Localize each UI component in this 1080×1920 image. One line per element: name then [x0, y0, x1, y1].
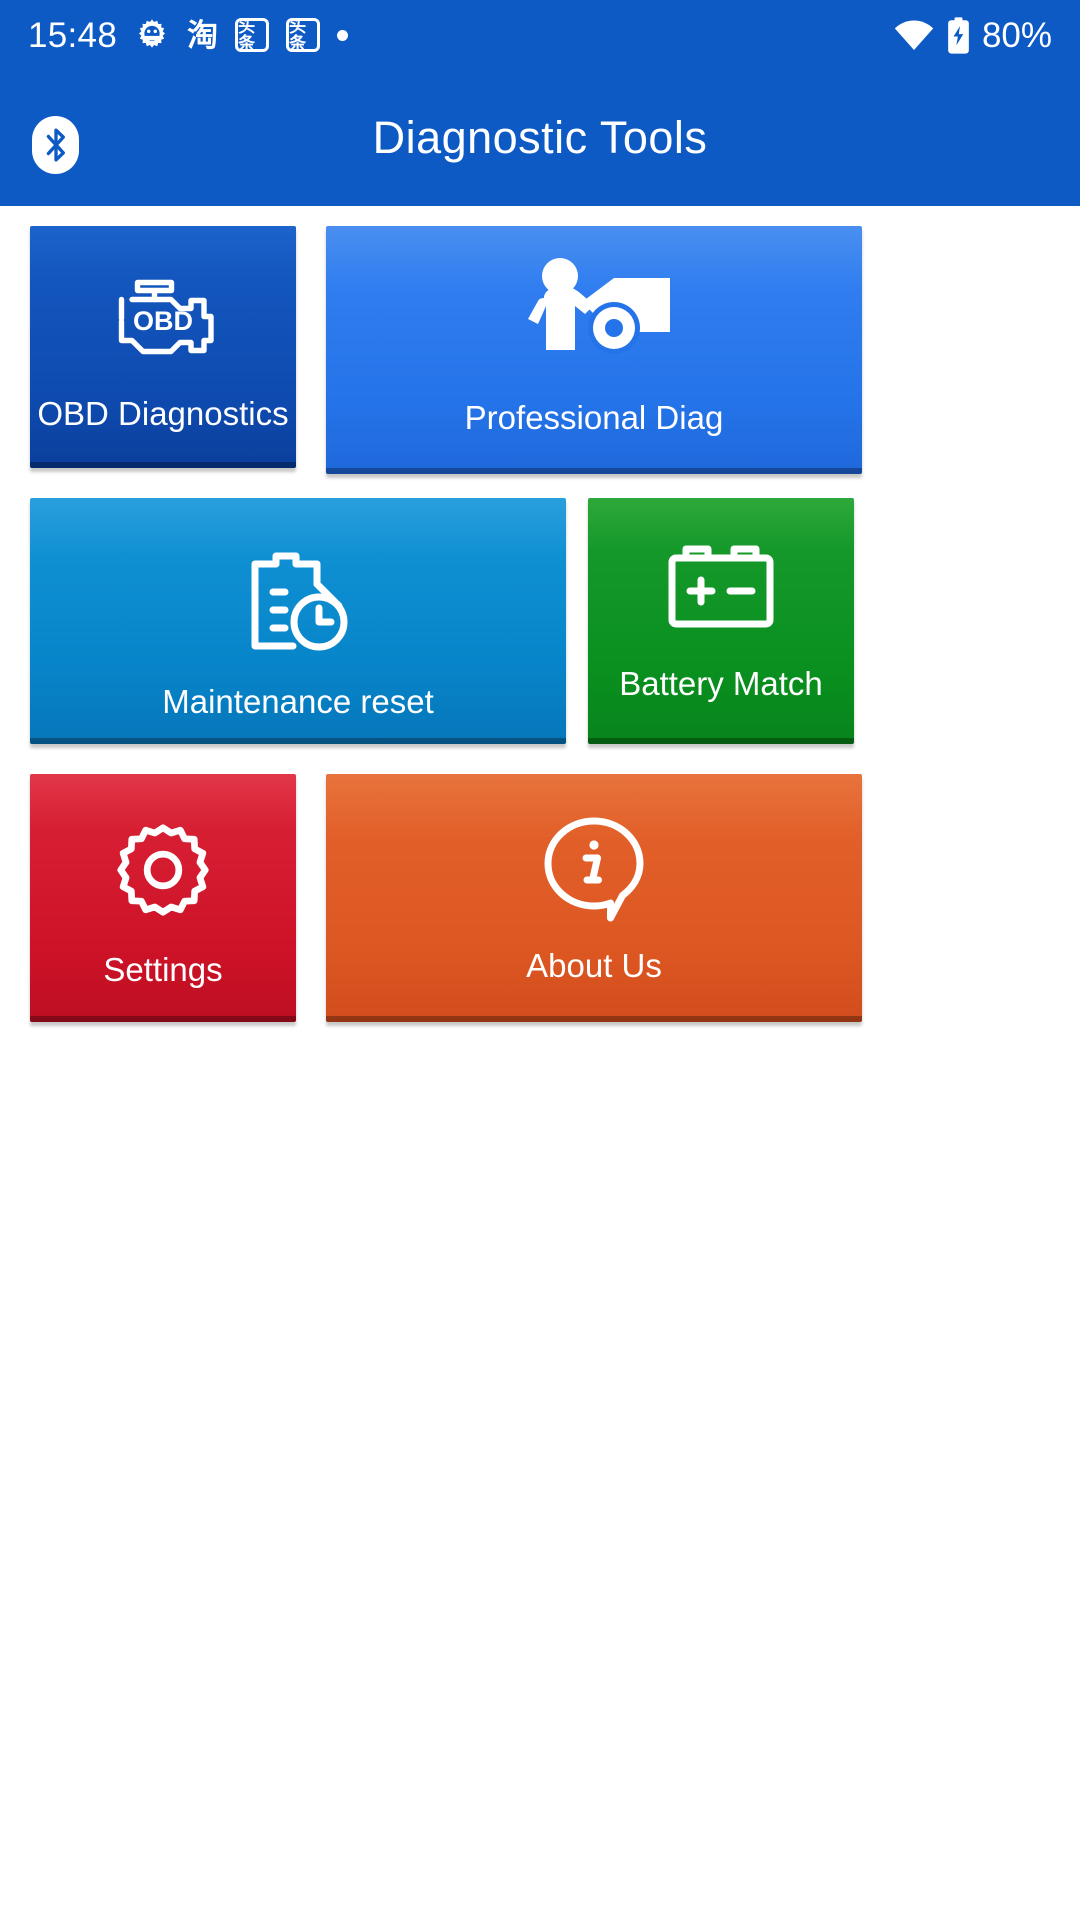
tile-label: About Us — [526, 947, 662, 984]
mechanic-car-icon — [326, 254, 862, 374]
tile-professional-diag[interactable]: Professional Diag — [326, 226, 862, 474]
tile-row-3: Settings About Us — [0, 756, 1080, 1022]
status-bar: 15:48 淘 头条 头条 80% — [0, 0, 1080, 70]
notification-dot-icon — [337, 29, 349, 41]
gear-icon — [30, 822, 296, 918]
tile-label: Professional Diag — [464, 399, 724, 436]
tile-label: Battery Match — [619, 665, 823, 702]
status-bar-right-group: 80% — [893, 15, 1052, 55]
tile-label: OBD Diagnostics — [37, 395, 289, 432]
tile-maintenance-reset[interactable]: Maintenance reset — [30, 498, 566, 744]
toutiao-app-icon-1: 头条 — [235, 18, 270, 52]
svg-text:OBD: OBD — [133, 306, 193, 336]
tile-settings[interactable]: Settings — [30, 774, 296, 1022]
tile-grid: OBD OBD Diagnostics Professional Diag Ma… — [0, 206, 1080, 1034]
battery-percentage-label: 80% — [981, 15, 1052, 55]
tile-row-1: OBD OBD Diagnostics Professional Diag — [0, 206, 1080, 474]
tile-row-2: Maintenance reset Battery Match — [0, 486, 1080, 744]
tile-about-us[interactable]: About Us — [326, 774, 862, 1022]
status-bar-clock: 15:48 — [28, 15, 118, 55]
battery-charging-icon — [947, 16, 970, 54]
app-bar: Diagnostic Tools — [0, 70, 1080, 206]
info-speech-bubble-icon — [326, 814, 862, 922]
status-bar-left-group: 15:48 淘 头条 头条 — [28, 15, 349, 55]
page-title: Diagnostic Tools — [372, 112, 708, 163]
document-clock-icon — [30, 548, 566, 652]
taobao-app-icon: 淘 — [187, 17, 219, 53]
wifi-icon — [893, 19, 935, 51]
toutiao-app-icon-2: 头条 — [286, 18, 321, 52]
tile-label: Settings — [103, 951, 223, 988]
car-battery-icon — [588, 538, 854, 634]
tile-obd-diagnostics[interactable]: OBD OBD Diagnostics — [30, 226, 296, 468]
tile-battery-match[interactable]: Battery Match — [588, 498, 854, 744]
tile-label: Maintenance reset — [162, 683, 434, 720]
obd-engine-icon: OBD — [30, 274, 296, 360]
gear-app-icon — [134, 17, 170, 53]
